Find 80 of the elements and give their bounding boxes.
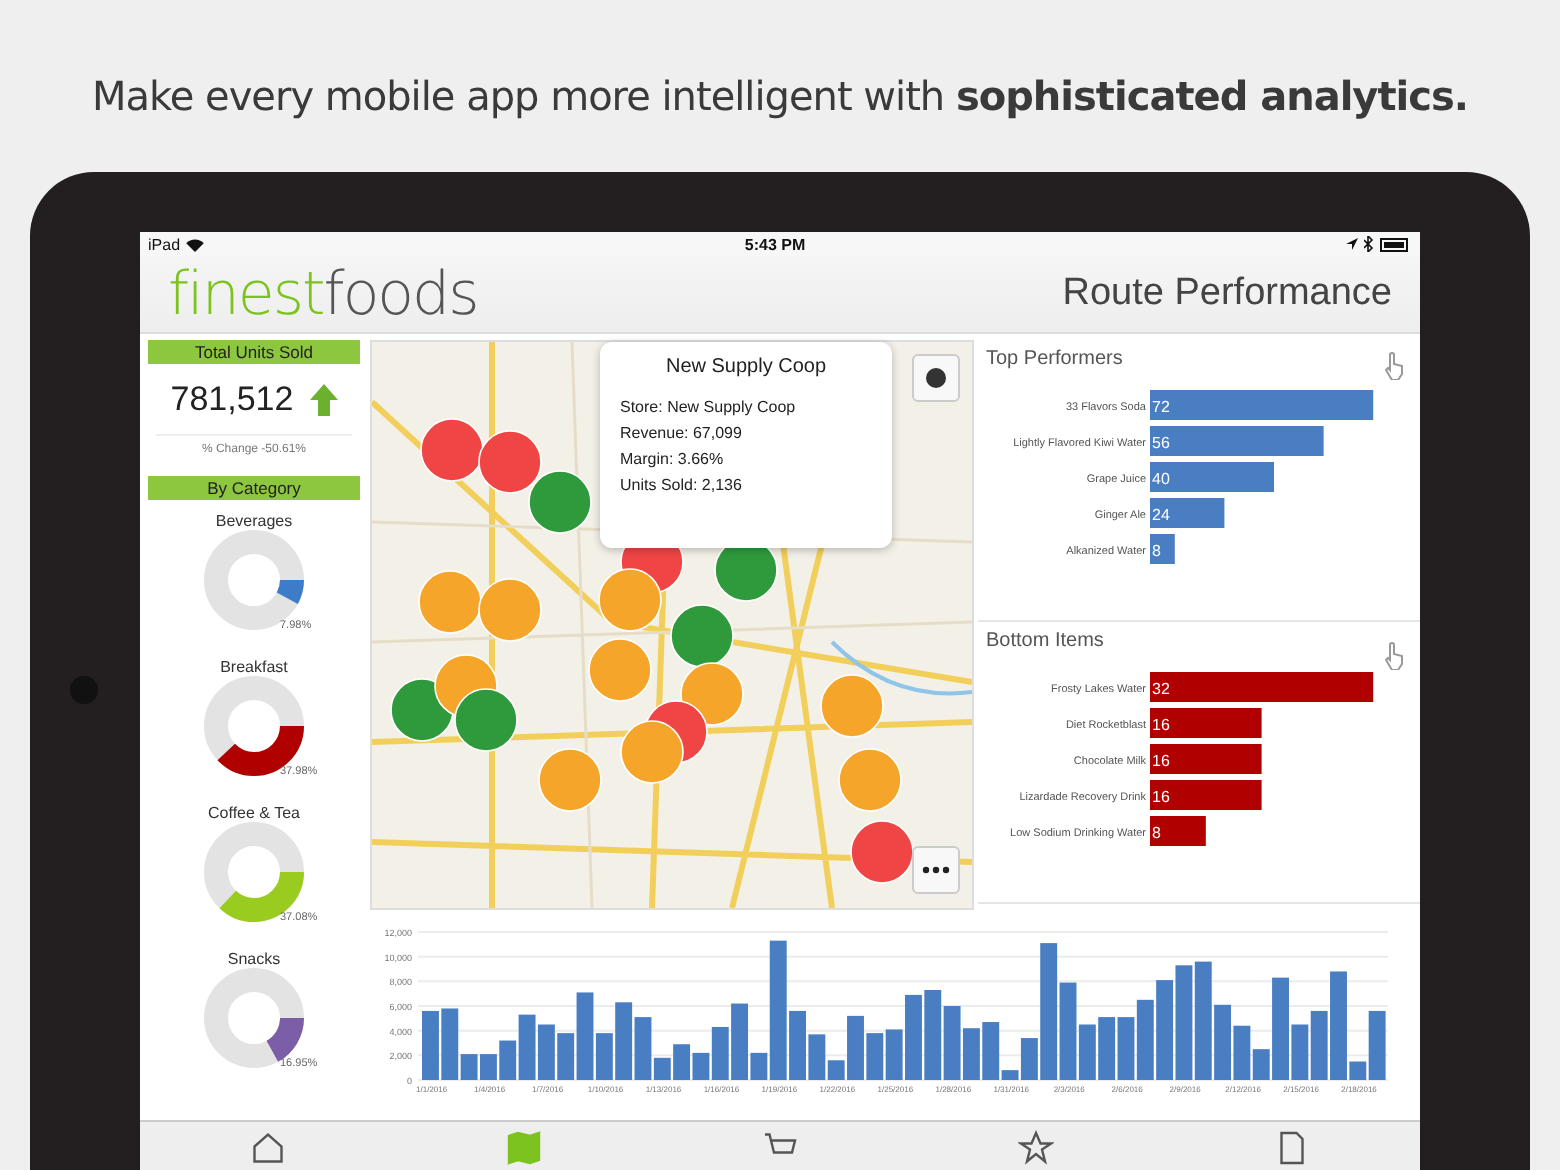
bar [1150,534,1175,564]
bar [422,1010,439,1080]
more-button[interactable] [912,846,960,894]
map-marker[interactable] [478,578,542,642]
bar [866,1033,884,1080]
map-marker[interactable] [820,674,884,738]
bar-value: 16 [1152,752,1170,770]
device-name: iPad [148,235,181,253]
bar [1150,462,1274,492]
map-marker[interactable] [850,820,914,884]
category-name: Beverages [215,512,293,530]
locate-button[interactable] [912,354,960,402]
section-header: By Category [148,476,360,500]
bar [924,989,942,1080]
record-icon [924,366,948,390]
map-marker[interactable] [454,688,518,752]
category-name: Coffee & Tea [208,804,300,822]
map-marker[interactable] [528,470,592,534]
star-icon [1018,1130,1054,1166]
popup-row-text: Store: New Supply Coop [620,398,798,416]
location-arrow-icon [1346,238,1358,250]
bluetooth-icon [1364,236,1374,252]
page-title: Route Performance [1062,272,1392,316]
section-header: Total Units Sold [148,340,360,364]
bar-value: 16 [1152,788,1170,806]
map-marker[interactable] [670,604,734,668]
logo: finestfoods [168,259,478,329]
bar-value: 56 [1152,434,1170,452]
bar-value: 8 [1152,824,1161,842]
more-icon [922,866,950,874]
popup-row-text: Margin: 3.66% [620,450,726,468]
popup-row-text: Units Sold: 2,136 [620,476,744,494]
bar [1150,780,1262,810]
map-marker[interactable] [620,720,684,784]
bar-value: 24 [1152,506,1170,524]
hand-pointer-icon[interactable] [1384,642,1404,670]
bar [1175,965,1193,1080]
bar-value: 32 [1152,680,1170,698]
map-marker[interactable] [418,570,482,634]
bar [943,1006,961,1080]
bar [537,1024,555,1080]
wifi-icon [186,237,205,251]
bar-value: 16 [1152,716,1170,734]
panel-title: Top Performers [986,348,1123,370]
bar [1136,999,1154,1080]
popup-title: New Supply Coop [663,356,829,378]
map-marker[interactable] [598,568,662,632]
bar-value: 8 [1152,542,1161,560]
document-icon [1274,1130,1310,1166]
bar [1150,816,1206,846]
popup-row-text: Revenue: 67,099 [620,424,744,442]
battery-icon [1380,237,1412,251]
total-value: 781,512 [170,379,294,419]
tab[interactable] [1274,1130,1310,1166]
category-name: Snacks [227,950,281,968]
headline: Make every mobile app more intelligent with sophisticated analytics. [91,72,1468,120]
up-arrow-icon [309,383,338,415]
map-marker[interactable] [680,662,744,726]
category-name: Breakfast [220,658,288,676]
bar [1150,744,1262,774]
panel-title: Bottom Items [986,630,1104,652]
map-marker[interactable] [838,748,902,812]
bar [1150,498,1225,528]
tab[interactable] [250,1130,286,1166]
map-marker[interactable] [588,638,652,702]
hand-pointer-icon[interactable] [1384,352,1404,380]
bar-value: 40 [1152,470,1170,488]
map-marker[interactable] [478,430,542,494]
bar [962,1028,980,1080]
map-marker[interactable] [538,748,602,812]
status-time: 5:43 PM [744,235,806,253]
map-marker[interactable] [420,418,484,482]
bar [1150,708,1262,738]
map-icon [506,1130,542,1166]
bar [1098,1017,1116,1080]
bar [1156,980,1174,1080]
tab[interactable] [1018,1130,1054,1166]
bar-value: 72 [1152,398,1170,416]
home-icon [250,1130,286,1166]
bar [1117,1017,1135,1080]
